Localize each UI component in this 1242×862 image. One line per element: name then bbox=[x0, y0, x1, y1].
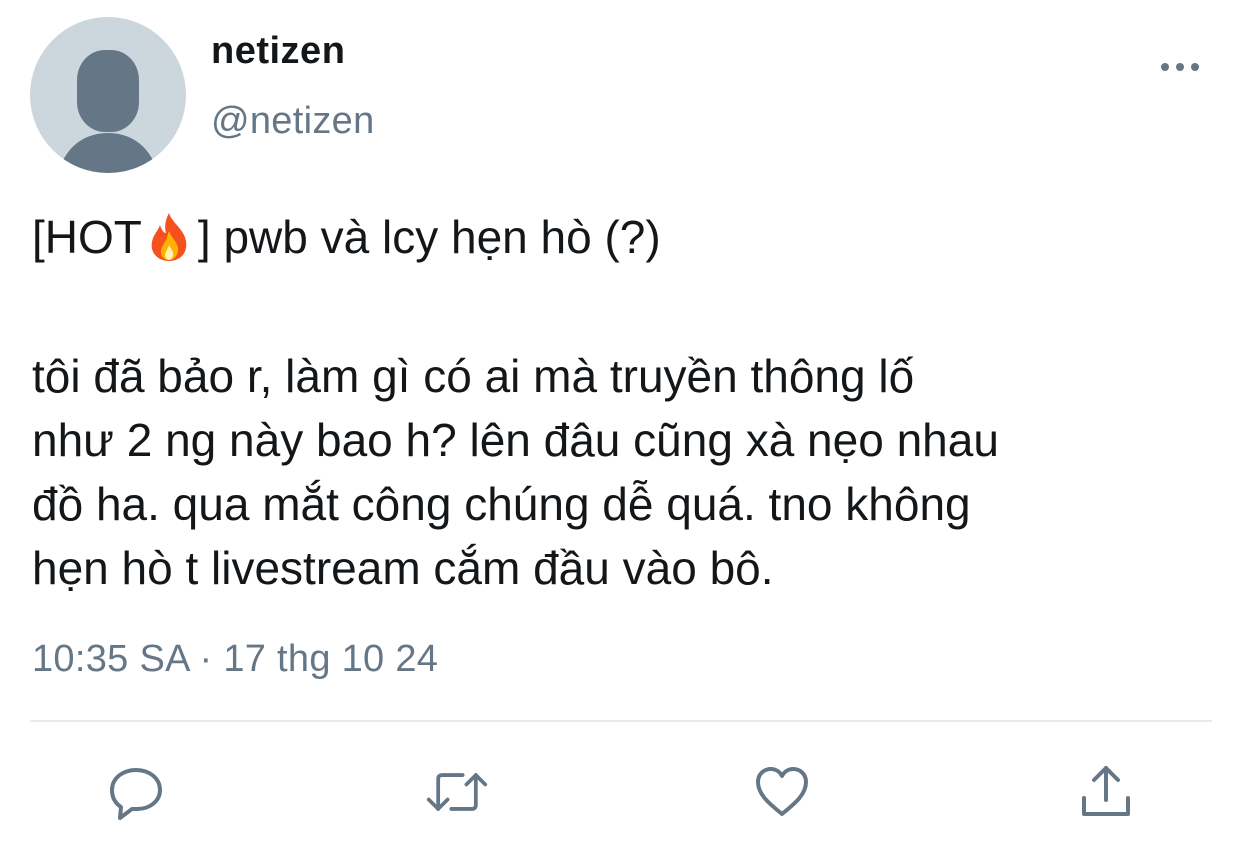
headline-suffix: ] pwb và lcy hẹn hò (?) bbox=[197, 211, 661, 263]
tweet-headline: [HOT ] pwb và lcy hẹn hò (?) bbox=[32, 210, 661, 264]
headline-prefix: [HOT bbox=[32, 211, 142, 263]
tweet-card: netizen @netizen [HOT ] pwb và lcy hẹn h… bbox=[0, 0, 1242, 862]
like-button[interactable] bbox=[750, 760, 814, 824]
tweet-body-line: tôi đã bảo r, làm gì có ai mà truyền thô… bbox=[32, 350, 915, 402]
tweet-timestamp[interactable]: 10:35 SA · 17 thg 10 24 bbox=[32, 638, 438, 681]
action-bar bbox=[0, 760, 1242, 830]
heart-icon bbox=[756, 767, 808, 816]
retweet-button[interactable] bbox=[425, 760, 489, 824]
tweet-body: tôi đã bảo r, làm gì có ai mà truyền thô… bbox=[32, 344, 1222, 600]
user-handle[interactable]: @netizen bbox=[211, 100, 375, 143]
tweet-body-line: như 2 ng này bao h? lên đâu cũng xà nẹo … bbox=[32, 414, 999, 466]
reply-icon bbox=[110, 768, 162, 820]
display-name[interactable]: netizen bbox=[211, 30, 345, 73]
more-options-button[interactable] bbox=[1155, 52, 1205, 82]
divider bbox=[30, 720, 1212, 722]
tweet-body-line: hẹn hò t livestream cắm đầu vào bô. bbox=[32, 542, 774, 594]
retweet-icon bbox=[426, 773, 488, 811]
share-icon bbox=[1082, 766, 1130, 816]
more-horizontal-icon bbox=[1161, 63, 1199, 71]
avatar[interactable] bbox=[30, 17, 186, 173]
default-avatar-icon bbox=[58, 50, 158, 173]
share-button[interactable] bbox=[1074, 760, 1138, 824]
reply-button[interactable] bbox=[104, 760, 168, 824]
fire-emoji bbox=[151, 213, 187, 261]
tweet-body-line: đồ ha. qua mắt công chúng dễ quá. tno kh… bbox=[32, 478, 971, 530]
